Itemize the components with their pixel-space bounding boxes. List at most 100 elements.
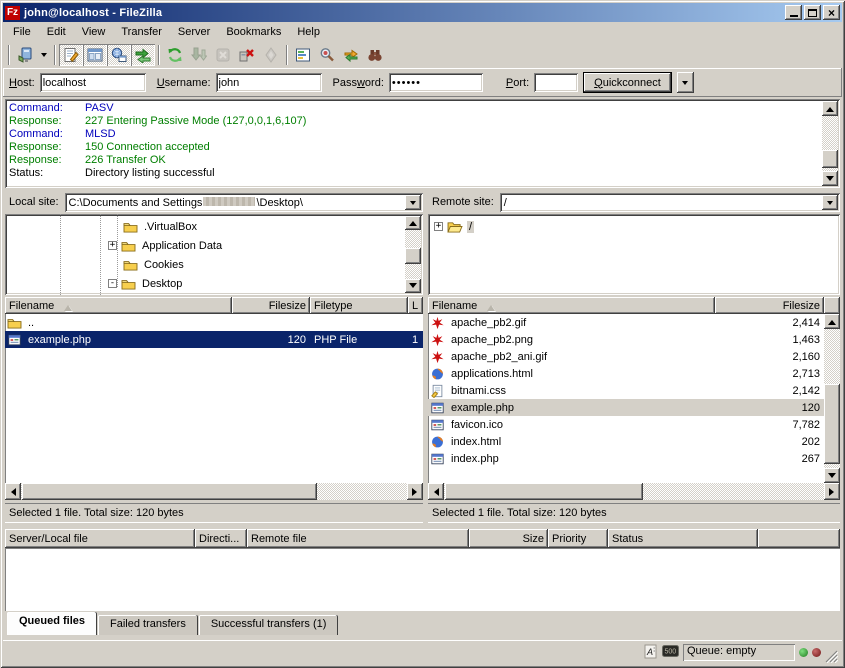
resize-grip[interactable] [825, 650, 838, 663]
tree-item-cookies[interactable]: Cookies [123, 255, 186, 274]
chevron-down-icon [827, 201, 833, 208]
scroll-up-button[interactable] [822, 101, 838, 116]
scroll-up-button[interactable] [824, 314, 840, 329]
toggle-local-tree-button[interactable] [83, 44, 107, 66]
queue-tabs: Queued files Failed transfers Successful… [5, 611, 840, 635]
scroll-thumb[interactable] [405, 248, 421, 264]
column-header-filetype[interactable]: Filetype [310, 297, 408, 314]
file-row-example-php[interactable]: example.php 120 PHP File 1 [5, 331, 423, 348]
quickconnect-button[interactable]: Quickconnect [583, 72, 672, 93]
column-header-direction[interactable]: Directi... [195, 529, 247, 548]
speed-limit-icon: 500 [662, 645, 679, 660]
transfer-type-icon: A [644, 644, 658, 662]
close-button[interactable]: × [823, 5, 840, 20]
remote-list-scrollbar[interactable] [824, 314, 840, 483]
column-header-priority[interactable]: Priority [548, 529, 608, 548]
directory-comparison-button[interactable] [315, 44, 339, 66]
expand-icon[interactable]: + [434, 222, 443, 231]
file-row-selected[interactable]: example.php 120 [428, 399, 824, 416]
scroll-left-button[interactable] [428, 483, 444, 500]
refresh-button[interactable] [163, 44, 187, 66]
scroll-up-button[interactable] [405, 216, 421, 230]
scroll-left-button[interactable] [5, 483, 21, 500]
log-line: Status:Directory listing successful [9, 167, 820, 180]
menu-view[interactable]: View [74, 23, 114, 41]
scroll-down-button[interactable] [405, 279, 421, 293]
column-header-last-modified[interactable]: L [408, 297, 423, 314]
scroll-thumb[interactable] [445, 483, 643, 500]
remote-site-combo[interactable]: / [500, 193, 840, 212]
column-header-status[interactable]: Status [608, 529, 758, 548]
expand-icon[interactable]: + [108, 241, 117, 250]
local-site-dropdown-button[interactable] [405, 195, 421, 210]
password-input[interactable] [389, 73, 483, 92]
file-row[interactable]: favicon.ico 7,782 [428, 416, 824, 433]
php-file-icon [7, 333, 23, 347]
file-row[interactable]: index.html 202 [428, 433, 824, 450]
scroll-down-button[interactable] [824, 468, 840, 483]
toggle-transfer-queue-button[interactable] [131, 44, 155, 66]
site-manager-dropdown-button[interactable] [37, 44, 51, 66]
remote-horizontal-scrollbar[interactable] [428, 483, 840, 500]
tab-failed-transfers[interactable]: Failed transfers [98, 615, 198, 635]
menu-help[interactable]: Help [289, 23, 328, 41]
scroll-down-button[interactable] [822, 171, 838, 186]
username-input[interactable] [216, 73, 322, 92]
folder-icon [121, 239, 136, 252]
find-files-button[interactable] [363, 44, 387, 66]
tab-successful-transfers[interactable]: Successful transfers (1) [199, 615, 339, 635]
reconnect-button[interactable] [259, 44, 283, 66]
file-row[interactable]: index.php 267 [428, 450, 824, 467]
menu-file[interactable]: File [5, 23, 39, 41]
column-header-filename[interactable]: Filename [428, 297, 715, 314]
scroll-right-button[interactable] [407, 483, 423, 500]
file-row[interactable]: applications.html 2,713 [428, 365, 824, 382]
local-site-combo[interactable]: C:\Documents and Settings\Desktop\ [65, 193, 423, 212]
column-header-remote-file[interactable]: Remote file [247, 529, 469, 548]
svg-text:500: 500 [665, 649, 677, 656]
site-manager-button[interactable] [13, 44, 37, 66]
cancel-button[interactable] [211, 44, 235, 66]
menu-bookmarks[interactable]: Bookmarks [218, 23, 289, 41]
tree-item-desktop[interactable]: - Desktop [108, 274, 184, 293]
quickconnect-dropdown-button[interactable] [677, 72, 694, 93]
scroll-thumb[interactable] [822, 150, 838, 168]
process-queue-button[interactable] [187, 44, 211, 66]
menu-server[interactable]: Server [170, 23, 218, 41]
tree-item-application-data[interactable]: + Application Data [108, 236, 224, 255]
port-input[interactable] [534, 73, 578, 92]
host-input[interactable] [40, 73, 146, 92]
tree-item-root[interactable]: + / [434, 217, 474, 236]
local-horizontal-scrollbar[interactable] [5, 483, 423, 500]
tab-queued-files[interactable]: Queued files [7, 612, 97, 635]
column-header-filename[interactable]: Filename [5, 297, 232, 314]
scroll-right-button[interactable] [824, 483, 840, 500]
column-header-size[interactable]: Size [469, 529, 548, 548]
log-scrollbar[interactable] [822, 101, 838, 186]
filter-button[interactable] [291, 44, 315, 66]
local-tree-scrollbar[interactable] [405, 216, 421, 293]
file-row[interactable]: bitnami.css 2,142 [428, 382, 824, 399]
collapse-icon[interactable]: - [108, 279, 117, 288]
column-header-filesize[interactable]: Filesize [232, 297, 310, 314]
file-row[interactable]: apache_pb2.png 1,463 [428, 331, 824, 348]
synchronized-browsing-button[interactable] [339, 44, 363, 66]
column-header-server-local-file[interactable]: Server/Local file [5, 529, 195, 548]
file-row[interactable]: apache_pb2_ani.gif 2,160 [428, 348, 824, 365]
remote-site-dropdown-button[interactable] [822, 195, 838, 210]
toggle-remote-tree-button[interactable] [107, 44, 131, 66]
scroll-thumb[interactable] [824, 384, 840, 464]
disconnect-button[interactable] [235, 44, 259, 66]
tree-item-virtualbox[interactable]: .VirtualBox [123, 217, 199, 236]
menu-bar: File Edit View Transfer Server Bookmarks… [3, 22, 842, 42]
parent-directory-row[interactable]: .. [5, 314, 423, 331]
column-header-filesize[interactable]: Filesize [715, 297, 824, 314]
maximize-button[interactable] [804, 5, 821, 20]
host-label: Host: [9, 77, 35, 89]
toggle-message-log-button[interactable] [59, 44, 83, 66]
menu-edit[interactable]: Edit [39, 23, 74, 41]
scroll-thumb[interactable] [22, 483, 317, 500]
menu-transfer[interactable]: Transfer [113, 23, 170, 41]
file-row[interactable]: apache_pb2.gif 2,414 [428, 314, 824, 331]
minimize-button[interactable] [785, 5, 802, 20]
